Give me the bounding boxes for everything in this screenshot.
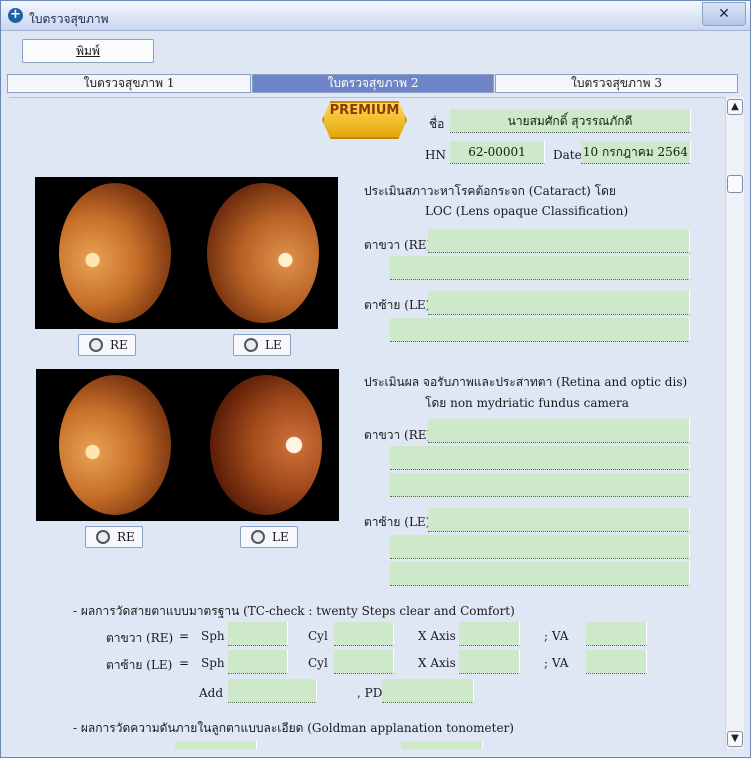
fundus-right-eye bbox=[59, 375, 171, 515]
vision-left-va-label: ; VA bbox=[544, 656, 569, 670]
retina-subheading: โดย non mydriatic fundus camera bbox=[425, 396, 629, 410]
magnifier-icon bbox=[251, 530, 265, 544]
cataract-subheading: LOC (Lens opaque Classification) bbox=[425, 204, 629, 218]
vision-right-eq: = bbox=[179, 629, 190, 643]
pressure-right-field[interactable] bbox=[175, 741, 257, 749]
hn-label: HN bbox=[425, 148, 446, 162]
cataract-right-field-1[interactable] bbox=[428, 229, 690, 253]
add-field[interactable] bbox=[228, 679, 317, 703]
cataract-left-label: ตาซ้าย (LE) bbox=[364, 298, 431, 312]
vision-heading: - ผลการวัดสายตาแบบมาตรฐาน (TC-check : tw… bbox=[73, 604, 515, 618]
toolbar: พิมพ์ bbox=[1, 31, 750, 73]
vision-right-va-label: ; VA bbox=[544, 629, 569, 643]
retina-heading: ประเมินผล จอรับภาพและประสาทตา (Retina an… bbox=[364, 375, 688, 389]
cataract-re-button[interactable]: RE bbox=[78, 334, 136, 356]
hn-field[interactable]: 62-00001 bbox=[450, 141, 545, 164]
retina-le-button[interactable]: LE bbox=[240, 526, 298, 548]
cataract-right-label: ตาขวา (RE) bbox=[364, 238, 432, 252]
retina-fundus-image bbox=[36, 369, 339, 521]
scroll-down-icon[interactable]: ▼ bbox=[727, 731, 743, 747]
tab-content: PREMIUM ชื่อ นายสมศักดิ์ สุวรรณภักดี HN … bbox=[9, 97, 725, 749]
scroll-thumb[interactable] bbox=[727, 175, 743, 193]
fundus-left-eye bbox=[207, 183, 319, 323]
name-label: ชื่อ bbox=[429, 117, 445, 131]
retina-left-field-1[interactable] bbox=[428, 508, 690, 532]
vision-left-cyl-label: Cyl bbox=[308, 656, 328, 670]
app-window: + ใบตรวจสุขภาพ ✕ พิมพ์ ใบตรวจสุขภาพ 1 ใบ… bbox=[0, 0, 751, 758]
vision-left-sph-label: Sph bbox=[201, 656, 225, 670]
cataract-left-field-1[interactable] bbox=[428, 291, 690, 315]
left-va-field[interactable] bbox=[586, 650, 647, 674]
print-button[interactable]: พิมพ์ bbox=[22, 39, 154, 63]
scroll-up-icon[interactable]: ▲ bbox=[727, 99, 743, 115]
left-axis-field[interactable] bbox=[459, 650, 520, 674]
tab-health-1[interactable]: ใบตรวจสุขภาพ 1 bbox=[7, 74, 251, 93]
name-field[interactable]: นายสมศักดิ์ สุวรรณภักดี bbox=[450, 109, 691, 133]
vertical-scrollbar[interactable]: ▲ ▼ bbox=[725, 97, 744, 749]
app-plus-icon: + bbox=[8, 8, 23, 23]
retina-right-label: ตาขวา (RE) bbox=[364, 428, 432, 442]
vision-right-sph-label: Sph bbox=[201, 629, 225, 643]
cataract-le-button[interactable]: LE bbox=[233, 334, 291, 356]
title-bar: + ใบตรวจสุขภาพ ✕ bbox=[1, 1, 750, 31]
vision-left-axis-label: X Axis bbox=[418, 656, 456, 670]
retina-right-field-2[interactable] bbox=[390, 446, 690, 470]
fundus-left-eye bbox=[210, 375, 322, 515]
add-label: Add bbox=[199, 686, 224, 700]
retina-re-button[interactable]: RE bbox=[85, 526, 143, 548]
right-axis-field[interactable] bbox=[459, 622, 520, 646]
pd-label: , PD bbox=[357, 686, 383, 700]
vision-right-cyl-label: Cyl bbox=[308, 629, 328, 643]
date-field[interactable]: 10 กรกฎาคม 2564 bbox=[581, 141, 691, 164]
date-label: Date bbox=[553, 148, 582, 162]
magnifier-icon bbox=[89, 338, 103, 352]
retina-right-field-1[interactable] bbox=[428, 419, 690, 443]
vision-left-eq: = bbox=[179, 656, 190, 670]
close-button[interactable]: ✕ bbox=[702, 2, 746, 26]
magnifier-icon bbox=[244, 338, 258, 352]
fundus-right-eye bbox=[59, 183, 171, 323]
retina-left-field-2[interactable] bbox=[390, 535, 690, 559]
pressure-heading: - ผลการวัดความดันภายในลูกตาแบบละเอียด (G… bbox=[73, 721, 514, 735]
cataract-right-field-2[interactable] bbox=[390, 256, 690, 280]
vision-left-label: ตาซ้าย (LE) bbox=[106, 658, 173, 672]
window-title: ใบตรวจสุขภาพ bbox=[29, 12, 109, 26]
premium-badge: PREMIUM bbox=[322, 101, 407, 139]
right-cyl-field[interactable] bbox=[334, 622, 394, 646]
left-sph-field[interactable] bbox=[228, 650, 288, 674]
vision-right-axis-label: X Axis bbox=[418, 629, 456, 643]
pd-field[interactable] bbox=[382, 679, 474, 703]
cataract-heading: ประเมินสภาวะหาโรคต้อกระจก (Cataract) โดย bbox=[364, 184, 616, 198]
magnifier-icon bbox=[96, 530, 110, 544]
left-cyl-field[interactable] bbox=[334, 650, 394, 674]
retina-right-field-3[interactable] bbox=[390, 473, 690, 497]
tab-health-3[interactable]: ใบตรวจสุขภาพ 3 bbox=[495, 74, 738, 93]
cataract-fundus-image bbox=[35, 177, 338, 329]
retina-left-field-3[interactable] bbox=[390, 562, 690, 586]
right-va-field[interactable] bbox=[586, 622, 647, 646]
right-sph-field[interactable] bbox=[228, 622, 288, 646]
cataract-left-field-2[interactable] bbox=[390, 318, 690, 342]
pressure-left-field[interactable] bbox=[401, 741, 483, 749]
tab-health-2[interactable]: ใบตรวจสุขภาพ 2 bbox=[252, 74, 494, 93]
vision-right-label: ตาขวา (RE) bbox=[106, 631, 174, 645]
retina-left-label: ตาซ้าย (LE) bbox=[364, 515, 431, 529]
